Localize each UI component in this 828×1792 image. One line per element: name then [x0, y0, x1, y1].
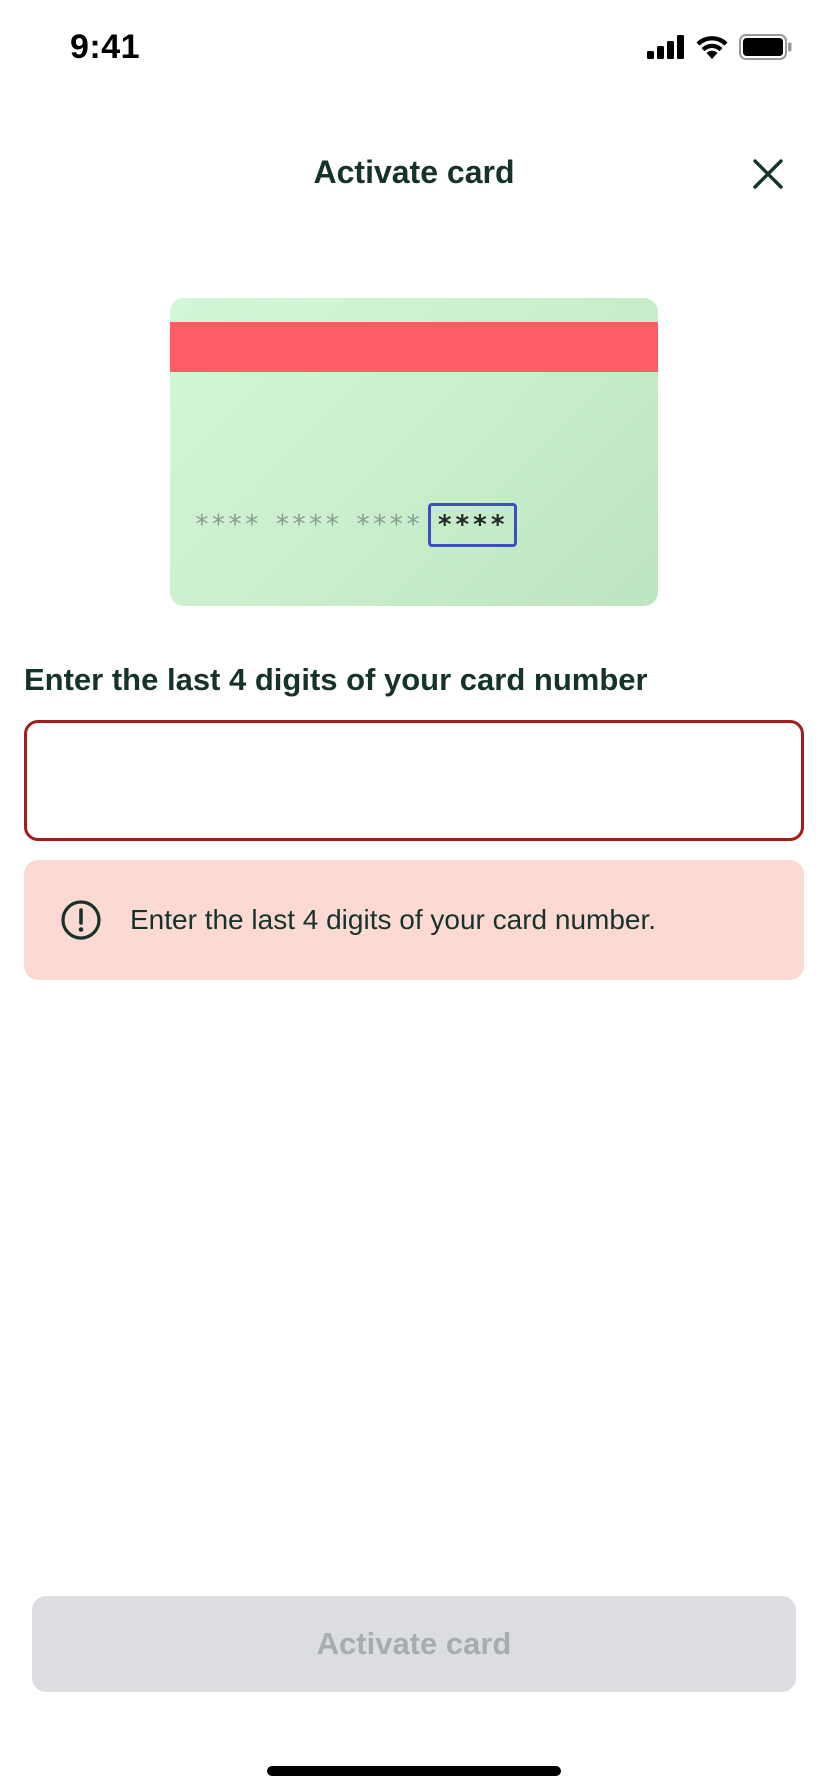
card-digits-input[interactable] [24, 720, 804, 841]
card-number-mask: **** **** **** **** [194, 503, 517, 547]
activate-card-button[interactable]: Activate card [32, 1596, 796, 1692]
card-illustration: **** **** **** **** [170, 298, 658, 606]
card-number-group: **** [355, 510, 422, 540]
card-number-group: **** [274, 510, 342, 540]
close-icon [753, 159, 783, 189]
battery-icon [739, 34, 793, 65]
status-icons [647, 34, 793, 65]
error-message-text: Enter the last 4 digits of your card num… [130, 904, 657, 935]
card-number-group: **** [194, 510, 261, 540]
header: Activate card [0, 140, 828, 204]
card-last-digits-highlight: **** [427, 503, 517, 547]
cellular-signal-icon [647, 35, 685, 64]
card-digits-label: Enter the last 4 digits of your card num… [24, 662, 648, 697]
page-title: Activate card [313, 154, 515, 190]
card-magnetic-stripe [170, 322, 658, 372]
alert-circle-icon [60, 899, 102, 941]
status-time: 9:41 [70, 28, 141, 66]
close-button[interactable] [744, 150, 792, 198]
wifi-icon [695, 35, 729, 64]
error-message-box: Enter the last 4 digits of your card num… [24, 860, 804, 980]
status-bar: 9:41 [0, 0, 828, 100]
home-indicator [267, 1766, 561, 1776]
